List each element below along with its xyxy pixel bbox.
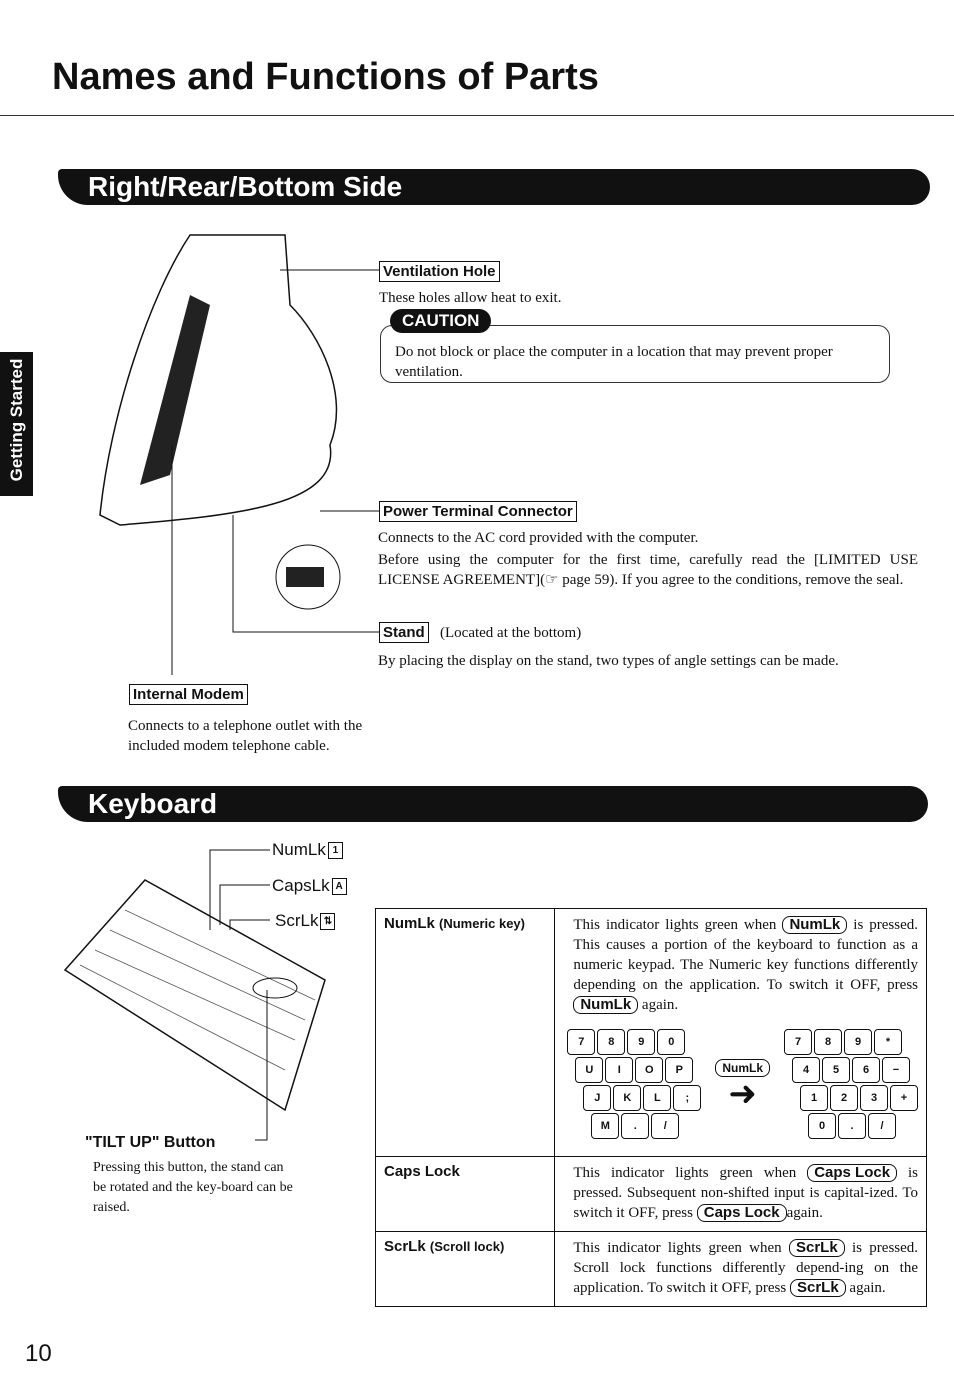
page-title: Names and Functions of Parts [52, 56, 599, 98]
section-heading-right-rear-bottom: Right/Rear/Bottom Side [58, 169, 930, 205]
key: . [838, 1113, 866, 1139]
key: U [575, 1057, 604, 1083]
side-tab: Getting Started [0, 352, 33, 496]
manual-page: Names and Functions of Parts Getting Sta… [0, 0, 954, 1394]
keypad-diagram: 7 8 9 0 U I O P J K L; M. / NumLk ➜ 7 8 9 * 4 5 6−1 2 3 +0. / [563, 1029, 918, 1141]
key: 8 [814, 1029, 842, 1055]
key: 8 [597, 1029, 626, 1055]
scrlk-key: ScrLk [789, 1279, 846, 1297]
power-terminal-text2: Before using the computer for the first … [378, 552, 918, 588]
key: P [665, 1057, 694, 1083]
keypad-row: 7890 [567, 1029, 701, 1055]
title-rule [0, 115, 954, 116]
caution-badge: CAUTION [390, 309, 492, 333]
keypad-row: 0. / [808, 1113, 918, 1139]
keypad-after: 7 8 9 * 4 5 6−1 2 3 +0. / [784, 1029, 918, 1141]
key: 3 [860, 1085, 888, 1111]
numlk-key: NumLk [715, 1059, 770, 1077]
tilt-up-text: Pressing this button, the stand can be r… [93, 1160, 293, 1215]
capslk-indicator: CapsLk A [272, 876, 347, 896]
keypad-row: 7 8 9 * [784, 1029, 918, 1055]
stand-text: By placing the display on the stand, two… [378, 653, 839, 669]
keypad-row: J K L; [583, 1085, 702, 1111]
key: 7 [567, 1029, 596, 1055]
keypad-row: 4 5 6− [792, 1057, 918, 1083]
scrlk-indicator-icon: ⇅ [320, 913, 336, 931]
key: 0 [657, 1029, 686, 1055]
indicator-table: NumLk (Numeric key) This indicator light… [374, 908, 927, 1307]
numlk-indicator: NumLk 1 [272, 840, 343, 860]
key: I [605, 1057, 634, 1083]
key: * [874, 1029, 902, 1055]
key: 4 [792, 1057, 820, 1083]
key: 0 [808, 1113, 836, 1139]
keypad-before: 7 8 9 0 U I O P J K L; M. / [567, 1029, 702, 1141]
page-number: 10 [25, 1340, 52, 1367]
numlk-key: NumLk [573, 996, 639, 1014]
key: 9 [627, 1029, 656, 1055]
table-row: NumLk (Numeric key) This indicator light… [374, 908, 927, 1157]
key: / [651, 1113, 680, 1139]
key: 6 [852, 1057, 880, 1083]
caps-lock-key: Caps Lock [807, 1164, 898, 1182]
key: . [621, 1113, 650, 1139]
ventilation-hole-label: Ventilation Hole [379, 261, 500, 282]
capslk-indicator-icon: A [331, 878, 347, 896]
stand-label: Stand [379, 622, 429, 643]
caps-lock-key: Caps Lock [696, 1204, 787, 1222]
key: K [613, 1085, 642, 1111]
table-row: ScrLk (Scroll lock) This indicator light… [374, 1231, 927, 1307]
stand-note: (Located at the bottom) [440, 625, 582, 641]
key: / [868, 1113, 896, 1139]
key: + [890, 1085, 918, 1111]
scrlk-indicator: ScrLk ⇅ [275, 911, 336, 931]
key: O [635, 1057, 664, 1083]
caution-text: Do not block or place the computer in a … [395, 344, 833, 380]
key: 9 [844, 1029, 872, 1055]
ventilation-hole-text: These holes allow heat to exit. [379, 290, 562, 306]
power-terminal-text1: Connects to the AC cord provided with th… [378, 530, 699, 546]
table-row: Caps Lock This indicator lights green wh… [374, 1156, 927, 1232]
key: 5 [822, 1057, 850, 1083]
numlk-key: NumLk [782, 916, 848, 934]
tilt-up-label: "TILT UP" Button [85, 1134, 216, 1151]
key: 2 [830, 1085, 858, 1111]
key: J [583, 1085, 612, 1111]
numlk-indicator-icon: 1 [327, 842, 343, 860]
key: − [882, 1057, 910, 1083]
key: ; [673, 1085, 702, 1111]
internal-modem-text: Connects to a telephone outlet with the … [128, 718, 363, 754]
keypad-row: UIOP [575, 1057, 701, 1083]
section-heading-keyboard: Keyboard [58, 786, 928, 822]
power-terminal-label: Power Terminal Connector [379, 501, 577, 522]
keypad-row: M. / [591, 1113, 701, 1139]
arrow-right-icon: ➜ [728, 1076, 757, 1113]
keypad-row: 1 2 3 + [800, 1085, 918, 1111]
key: 1 [800, 1085, 828, 1111]
internal-modem-label: Internal Modem [129, 684, 248, 705]
computer-side-illustration [99, 234, 380, 675]
key: L [643, 1085, 672, 1111]
scrlk-key: ScrLk [788, 1239, 845, 1257]
key: M [591, 1113, 620, 1139]
key: 7 [784, 1029, 812, 1055]
